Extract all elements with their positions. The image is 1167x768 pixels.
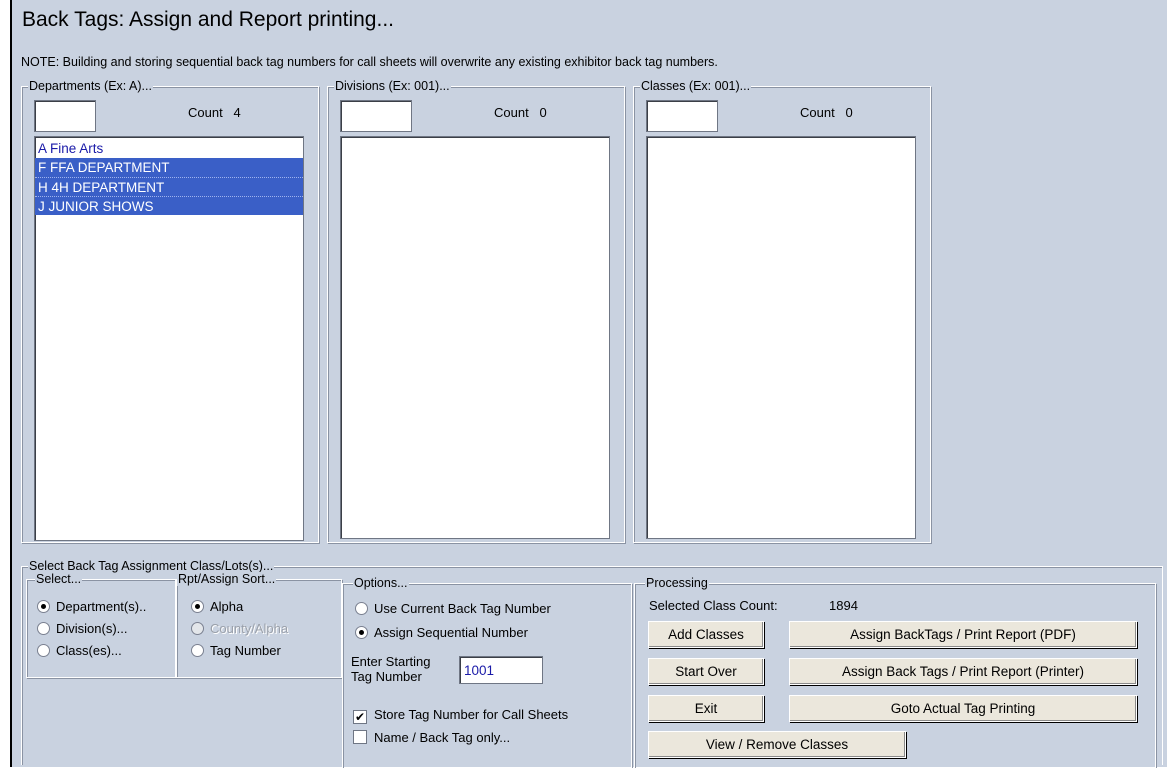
radio-button-icon: [37, 600, 50, 613]
radio-sort-tag-number[interactable]: Tag Number: [191, 642, 281, 660]
radio-label: Tag Number: [210, 643, 281, 658]
radio-assign-sequential[interactable]: Assign Sequential Number: [355, 624, 528, 642]
starting-tag-label-line2: Tag Number: [351, 669, 422, 684]
checkbox-empty-icon: [353, 730, 367, 744]
departments-group: Departments (Ex: A)... Count 4 A Fine Ar…: [21, 79, 319, 543]
radio-label: Department(s)..: [56, 599, 147, 614]
radio-button-icon: [355, 602, 368, 615]
radio-label: Class(es)...: [56, 643, 122, 658]
selected-class-count-label: Selected Class Count:: [649, 598, 778, 613]
starting-tag-label-line1: Enter Starting: [351, 654, 431, 669]
department-item[interactable]: J JUNIOR SHOWS: [35, 196, 303, 215]
departments-listbox[interactable]: A Fine Arts F FFA DEPARTMENT H 4H DEPART…: [34, 136, 304, 541]
divisions-group: Divisions (Ex: 001)... Count 0: [327, 79, 625, 543]
add-classes-button[interactable]: Add Classes: [648, 621, 764, 648]
radio-button-icon: [37, 622, 50, 635]
classes-count-label: Count: [800, 105, 835, 120]
exit-button[interactable]: Exit: [648, 695, 764, 722]
departments-count: Count 4: [188, 105, 241, 120]
radio-use-current[interactable]: Use Current Back Tag Number: [355, 600, 551, 618]
checkmark-icon: ✔: [353, 710, 367, 724]
radio-button-icon: [37, 644, 50, 657]
divisions-count-value: 0: [539, 105, 547, 120]
assign-print-printer-button[interactable]: Assign Back Tags / Print Report (Printer…: [789, 658, 1137, 685]
checkbox-name-back-tag-only[interactable]: Name / Back Tag only...: [353, 729, 510, 747]
radio-label: Use Current Back Tag Number: [374, 601, 551, 616]
department-item[interactable]: F FFA DEPARTMENT: [35, 158, 303, 177]
departments-legend: Departments (Ex: A)...: [28, 79, 153, 93]
radio-button-icon: [355, 626, 368, 639]
radio-sort-alpha[interactable]: Alpha: [191, 598, 243, 616]
options-group: Options... Use Current Back Tag Number A…: [342, 576, 632, 768]
select-group: Select... Department(s).. Division(s)...…: [26, 572, 176, 678]
options-legend: Options...: [353, 576, 409, 590]
divisions-listbox[interactable]: [340, 136, 610, 539]
classes-listbox[interactable]: [646, 136, 916, 539]
select-legend: Select...: [35, 572, 83, 586]
sort-group: Rpt/Assign Sort... Alpha County/Alpha Ta…: [176, 572, 342, 678]
classes-legend: Classes (Ex: 001)...: [640, 79, 752, 93]
divisions-count: Count 0: [494, 105, 547, 120]
note-text: NOTE: Building and storing sequential ba…: [21, 55, 718, 69]
divisions-filter-input[interactable]: [340, 100, 412, 132]
radio-division[interactable]: Division(s)...: [37, 620, 128, 638]
assignment-group: Select Back Tag Assignment Class/Lots(s)…: [21, 559, 1163, 768]
departments-count-value: 4: [233, 105, 241, 120]
radio-label: Assign Sequential Number: [374, 625, 528, 640]
radio-class[interactable]: Class(es)...: [37, 642, 122, 660]
departments-filter-input[interactable]: [34, 100, 96, 132]
department-item[interactable]: H 4H DEPARTMENT: [35, 177, 303, 196]
back-tags-window: Back Tags: Assign and Report printing...…: [10, 0, 1167, 768]
classes-count-value: 0: [845, 105, 853, 120]
checkbox-label: Name / Back Tag only...: [374, 730, 511, 745]
checkbox-store-tag-number[interactable]: ✔ Store Tag Number for Call Sheets: [353, 706, 568, 724]
divisions-count-label: Count: [494, 105, 529, 120]
classes-count: Count 0: [800, 105, 853, 120]
processing-legend: Processing: [645, 576, 709, 590]
radio-department[interactable]: Department(s)..: [37, 598, 146, 616]
assign-print-pdf-button[interactable]: Assign BackTags / Print Report (PDF): [789, 621, 1137, 648]
divisions-legend: Divisions (Ex: 001)...: [334, 79, 451, 93]
classes-filter-input[interactable]: [646, 100, 718, 132]
radio-sort-county-alpha: County/Alpha: [191, 620, 288, 638]
radio-label: Alpha: [210, 599, 244, 614]
assignment-legend: Select Back Tag Assignment Class/Lots(s)…: [28, 559, 275, 573]
radio-button-icon: [191, 644, 204, 657]
processing-group: Processing Selected Class Count: 1894 Ad…: [634, 576, 1156, 768]
radio-button-icon: [191, 622, 204, 635]
sort-legend: Rpt/Assign Sort...: [177, 572, 277, 586]
radio-label: County/Alpha: [210, 621, 289, 636]
radio-label: Division(s)...: [56, 621, 128, 636]
goto-tag-printing-button[interactable]: Goto Actual Tag Printing: [789, 695, 1137, 722]
departments-count-label: Count: [188, 105, 223, 120]
checkbox-label: Store Tag Number for Call Sheets: [374, 707, 569, 722]
radio-button-icon: [191, 600, 204, 613]
view-remove-classes-button[interactable]: View / Remove Classes: [648, 731, 906, 758]
classes-group: Classes (Ex: 001)... Count 0: [633, 79, 931, 543]
starting-tag-number-input[interactable]: [459, 656, 543, 684]
department-item[interactable]: A Fine Arts: [35, 139, 303, 158]
starting-tag-label: Enter Starting Tag Number: [351, 654, 431, 684]
selected-class-count-value: 1894: [829, 598, 858, 613]
start-over-button[interactable]: Start Over: [648, 658, 764, 685]
window-title: Back Tags: Assign and Report printing...: [22, 8, 394, 31]
